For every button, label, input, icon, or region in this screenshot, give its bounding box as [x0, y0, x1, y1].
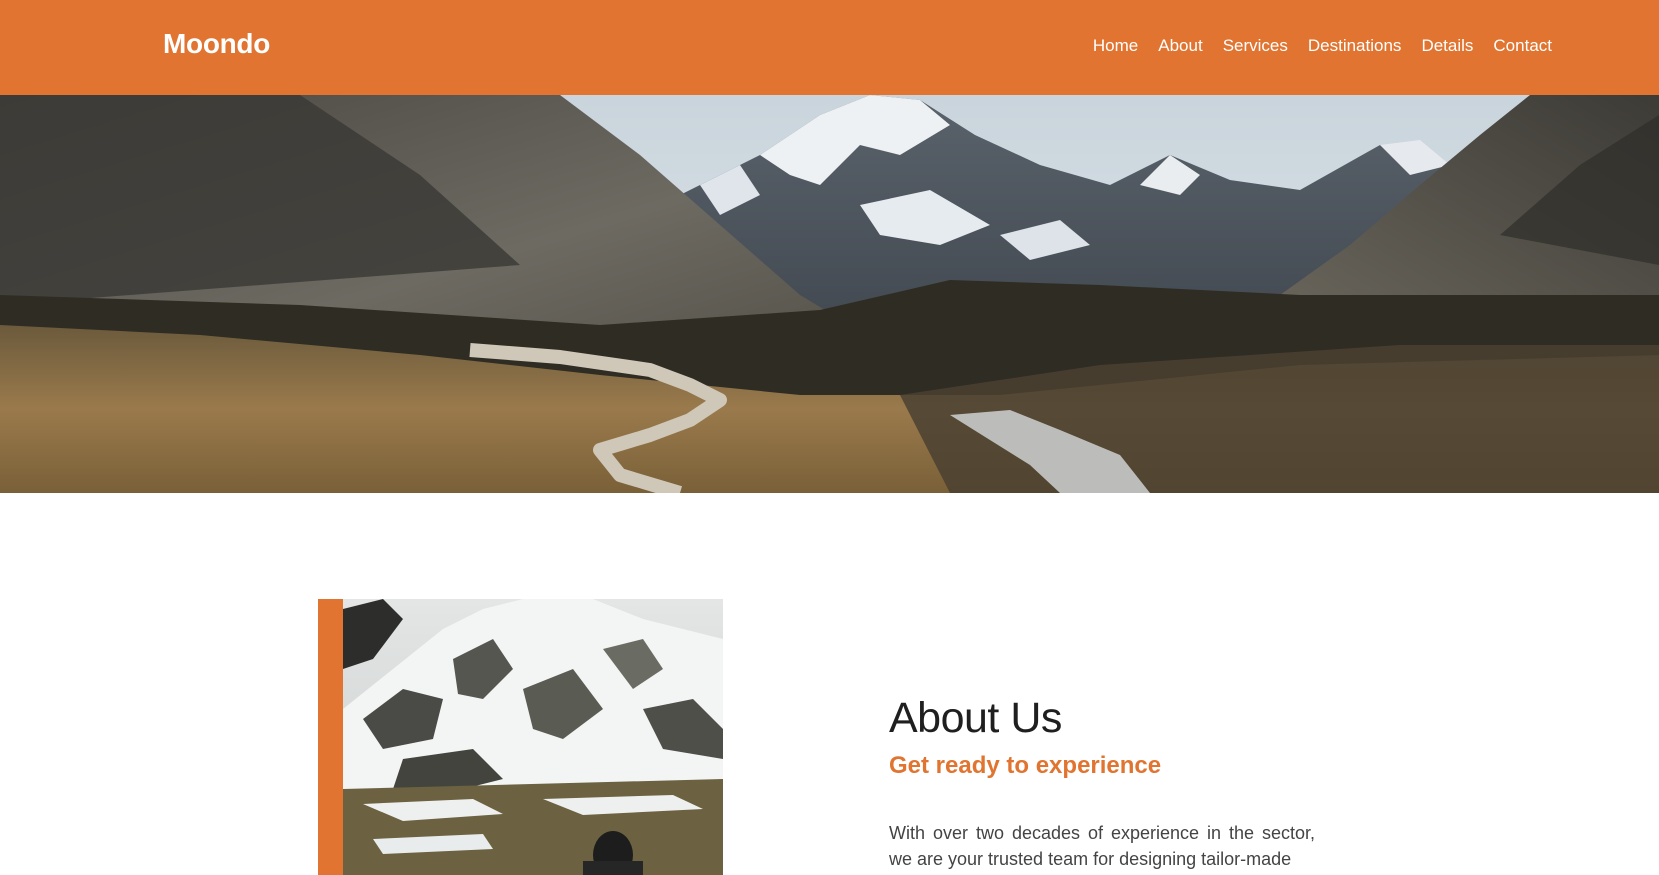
nav-link-services[interactable]: Services — [1223, 36, 1288, 56]
nav-link-destinations[interactable]: Destinations — [1308, 36, 1402, 56]
main-nav: Home About Services Destinations Details… — [1093, 36, 1552, 56]
about-description: With over two decades of experience in t… — [889, 823, 1315, 869]
hero-banner — [0, 95, 1659, 493]
hero-image — [0, 95, 1659, 493]
about-subtitle: Get ready to experience — [889, 752, 1162, 779]
about-accent-bar — [318, 599, 343, 875]
about-image — [343, 599, 723, 875]
nav-link-about[interactable]: About — [1158, 36, 1202, 56]
about-title: About Us — [889, 694, 1062, 742]
brand-logo[interactable]: Moondo — [163, 28, 270, 60]
nav-link-contact[interactable]: Contact — [1493, 36, 1552, 56]
nav-link-details[interactable]: Details — [1421, 36, 1473, 56]
nav-link-home[interactable]: Home — [1093, 36, 1138, 56]
site-header: Moondo Home About Services Destinations … — [0, 0, 1659, 95]
